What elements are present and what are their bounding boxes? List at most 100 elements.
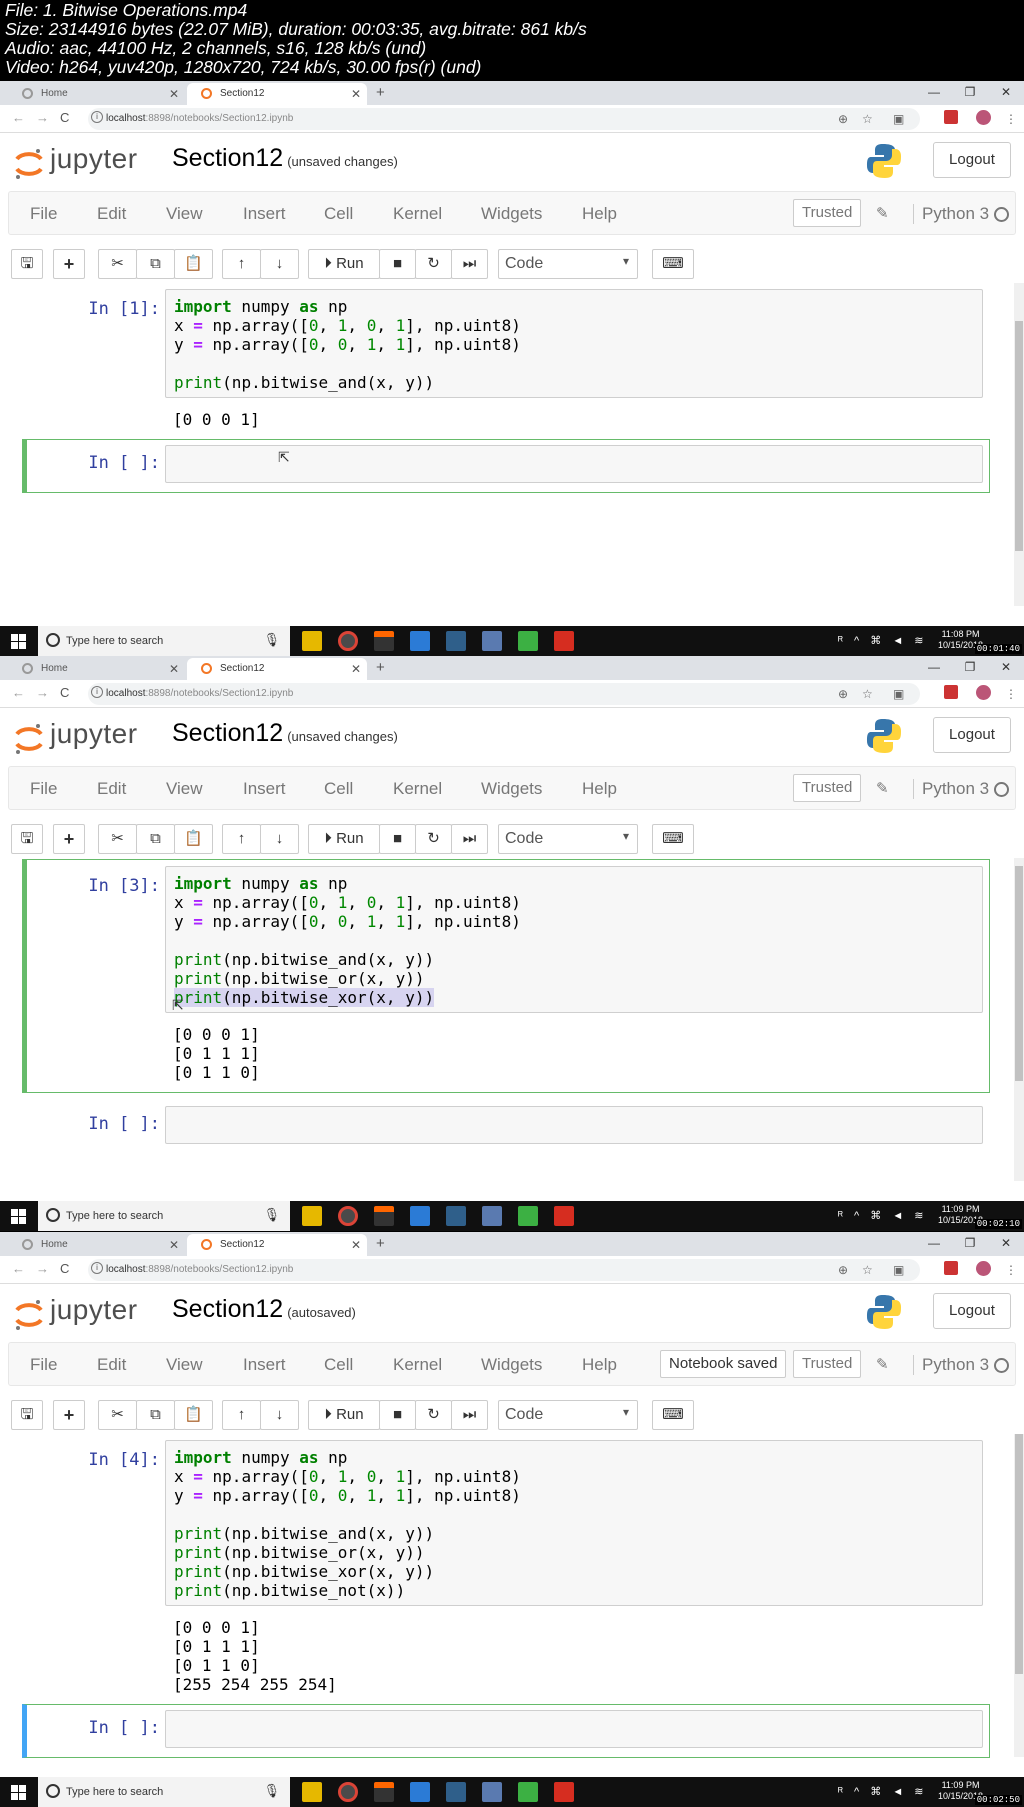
app-icon[interactable] [374,1782,394,1802]
code-cell-input[interactable]: import numpy as np x = np.array([0, 1, 0… [165,289,983,398]
code-cell-input[interactable]: import numpy as np x = np.array([0, 1, 0… [165,866,983,1013]
logout-button[interactable]: Logout [933,142,1011,178]
wifi-icon[interactable]: ≋ [914,1786,927,1798]
notebook-title[interactable]: Section12 (unsaved changes) [172,144,398,173]
avatar[interactable] [976,110,991,125]
move-up-icon[interactable]: ↑ [222,249,261,279]
zoom-icon[interactable]: ⊕ [838,112,848,126]
wifi-icon[interactable]: ≋ [914,1210,927,1222]
keyboard-icon[interactable]: ⌨ [652,824,694,854]
menu-help[interactable]: Help [582,779,617,799]
fast-forward-icon[interactable]: ⏭ [451,824,488,854]
extension-red-icon[interactable] [944,685,958,699]
taskbar-search[interactable]: Type here to search 🎙 [38,1777,290,1807]
camtasia-red-icon[interactable] [554,1782,574,1802]
keyboard-icon[interactable]: ⌨ [652,249,694,279]
zoom-icon[interactable]: ⊕ [838,1263,848,1277]
volume-icon[interactable]: ◄ [892,1786,907,1798]
jupyter-logo[interactable]: jupyter [14,143,174,183]
camtasia-green-icon[interactable] [518,1782,538,1802]
tab-section12[interactable]: Section12 ✕ [187,658,367,680]
save-icon[interactable]: 🖫 [11,824,43,854]
menu-file[interactable]: File [30,204,57,224]
menu-widgets[interactable]: Widgets [481,1355,542,1375]
menu-view[interactable]: View [166,1355,203,1375]
restart-icon[interactable]: ↻ [415,824,452,854]
scrollbar-thumb[interactable] [1015,1434,1023,1674]
menu-cell[interactable]: Cell [324,204,353,224]
app-window-icon[interactable] [446,631,466,651]
menu-insert[interactable]: Insert [243,1355,286,1375]
notebook-title[interactable]: Section12 (unsaved changes) [172,719,398,748]
copy-icon[interactable]: ⧉ [136,249,175,279]
file-explorer-icon[interactable] [302,1782,322,1802]
move-down-icon[interactable]: ↓ [260,824,299,854]
windows-start-icon[interactable] [11,1209,26,1224]
trusted-badge[interactable]: Trusted [793,774,862,802]
extension-icon[interactable]: ▣ [893,687,904,701]
stop-icon[interactable]: ■ [379,1400,416,1430]
menu-kernel[interactable]: Kernel [393,779,442,799]
network-icon[interactable]: ⌘ [870,635,885,647]
tab-section12[interactable]: Section12 ✕ [187,83,367,105]
copy-icon[interactable]: ⧉ [136,824,175,854]
close-icon[interactable]: ✕ [169,87,179,101]
run-button[interactable]: ⏵ Run [308,824,380,854]
volume-icon[interactable]: ◄ [892,635,907,647]
jupyter-logo[interactable]: jupyter [14,1294,174,1334]
close-window-icon[interactable]: ✕ [988,656,1024,680]
menu-widgets[interactable]: Widgets [481,779,542,799]
volume-icon[interactable]: ◄ [892,1210,907,1222]
maximize-icon[interactable]: ❐ [952,81,988,105]
network-icon[interactable]: ⌘ [870,1210,885,1222]
menu-view[interactable]: View [166,779,203,799]
notebook-scrollbar[interactable] [1014,283,1024,606]
move-down-icon[interactable]: ↓ [260,1400,299,1430]
restart-icon[interactable]: ↻ [415,1400,452,1430]
cell-type-select[interactable]: Code ▾ [498,824,638,854]
tab-home[interactable]: Home ✕ [8,658,185,680]
network-app-icon[interactable] [482,1782,502,1802]
paste-icon[interactable]: 📋 [174,249,213,279]
camtasia-green-icon[interactable] [518,1206,538,1226]
app-window-icon[interactable] [446,1782,466,1802]
reload-icon[interactable]: C [60,685,69,700]
scrollbar-thumb[interactable] [1015,321,1023,551]
paste-icon[interactable]: 📋 [174,1400,213,1430]
trusted-badge[interactable]: Trusted [793,1350,862,1378]
chevron-up-icon[interactable]: ^ [854,635,863,647]
tab-section12[interactable]: Section12 ✕ [187,1234,367,1256]
menu-kernel[interactable]: Kernel [393,204,442,224]
people-icon[interactable]: ᴿ [838,1786,847,1798]
close-window-icon[interactable]: ✕ [988,1232,1024,1256]
star-icon[interactable]: ☆ [862,112,873,126]
menu-view[interactable]: View [166,204,203,224]
chrome-icon[interactable] [338,1782,358,1802]
logout-button[interactable]: Logout [933,1293,1011,1329]
stop-icon[interactable]: ■ [379,249,416,279]
menu-file[interactable]: File [30,779,57,799]
edit-pencil-icon[interactable]: ✎ [876,1355,889,1373]
windows-start-icon[interactable] [11,1785,26,1800]
insert-cell-icon[interactable]: + [53,1400,85,1430]
cell-type-select[interactable]: Code ▾ [498,249,638,279]
vscode-icon[interactable] [410,1782,430,1802]
taskbar-search[interactable]: Type here to search 🎙 [38,1201,290,1231]
chevron-up-icon[interactable]: ^ [854,1786,863,1798]
logout-button[interactable]: Logout [933,717,1011,753]
microphone-icon[interactable]: 🎙 [263,632,280,648]
wifi-icon[interactable]: ≋ [914,635,927,647]
new-tab-button[interactable]: + [376,1235,385,1252]
close-window-icon[interactable]: ✕ [988,81,1024,105]
camtasia-red-icon[interactable] [554,631,574,651]
close-icon[interactable]: ✕ [169,1238,179,1252]
menu-kernel[interactable]: Kernel [393,1355,442,1375]
trusted-badge[interactable]: Trusted [793,199,862,227]
copy-icon[interactable]: ⧉ [136,1400,175,1430]
people-icon[interactable]: ᴿ [838,635,847,647]
menu-cell[interactable]: Cell [324,1355,353,1375]
new-tab-button[interactable]: + [376,659,385,676]
taskbar-search[interactable]: Type here to search 🎙 [38,626,290,656]
edit-pencil-icon[interactable]: ✎ [876,204,889,222]
menu-insert[interactable]: Insert [243,779,286,799]
